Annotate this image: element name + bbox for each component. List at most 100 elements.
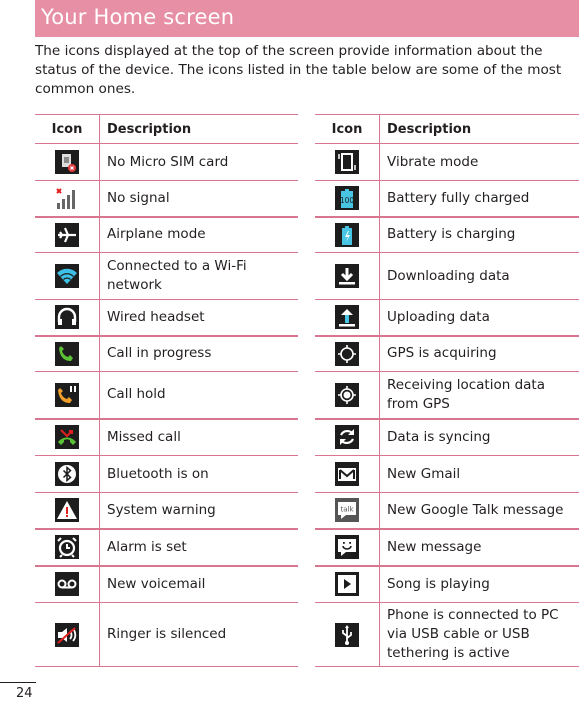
icon-cell	[315, 529, 380, 566]
google-talk-icon: talk	[335, 498, 359, 522]
description-cell: Receiving location data from GPS	[380, 372, 579, 419]
icon-cell	[35, 217, 100, 253]
icons-table-right: Icon Description Vibrate mode100Battery …	[315, 114, 579, 667]
call-hold-icon	[55, 383, 79, 407]
description-cell: Connected to a Wi-Fi network	[100, 253, 299, 300]
usb-icon	[335, 623, 359, 647]
column-header-icon: Icon	[315, 115, 380, 144]
bluetooth-icon	[55, 462, 79, 486]
headset-icon	[55, 305, 79, 329]
sync-icon	[335, 425, 359, 449]
description-cell: Ringer is silenced	[100, 603, 299, 667]
description-cell: Call in progress	[100, 336, 299, 372]
description-cell: Missed call	[100, 419, 299, 456]
icon-cell	[35, 300, 100, 336]
icon-cell	[35, 529, 100, 566]
table-row: Missed call	[35, 419, 298, 456]
table-row: New message	[315, 529, 579, 566]
svg-text:100: 100	[340, 196, 355, 205]
battery-charging-icon	[335, 223, 359, 247]
description-cell: Data is syncing	[380, 419, 579, 456]
table-row: Battery is charging	[315, 217, 579, 253]
play-icon	[335, 572, 359, 596]
icon-cell	[315, 144, 380, 181]
vibrate-icon	[335, 150, 359, 174]
download-icon	[335, 264, 359, 288]
description-cell: New message	[380, 529, 579, 566]
table-row: Bluetooth is on	[35, 456, 298, 493]
table-row: talk New Google Talk message	[315, 493, 579, 529]
description-cell: Call hold	[100, 372, 299, 419]
icon-cell	[35, 456, 100, 493]
table-row: Song is playing	[315, 566, 579, 603]
airplane-icon	[55, 223, 79, 247]
table-row: 100Battery fully charged	[315, 181, 579, 217]
table-row: New Gmail	[315, 456, 579, 493]
gps-receiving-icon	[335, 383, 359, 407]
table-header-row: Icon Description	[315, 115, 579, 144]
icon-cell	[315, 419, 380, 456]
description-cell: Airplane mode	[100, 217, 299, 253]
description-cell: No signal	[100, 181, 299, 217]
table-row: Call in progress	[35, 336, 298, 372]
warning-icon	[55, 498, 79, 522]
table-row: Vibrate mode	[315, 144, 579, 181]
table-row: Airplane mode	[35, 217, 298, 253]
icon-cell	[35, 144, 100, 181]
column-header-icon: Icon	[35, 115, 100, 144]
table-row: Wired headset	[35, 300, 298, 336]
message-icon	[335, 535, 359, 559]
no-signal-icon	[55, 186, 79, 210]
table-row: Call hold	[35, 372, 298, 419]
description-cell: Alarm is set	[100, 529, 299, 566]
upload-icon	[335, 305, 359, 329]
table-row: Phone is connected to PC via USB cable o…	[315, 603, 579, 667]
icon-cell	[35, 336, 100, 372]
table-row: No Micro SIM card	[35, 144, 298, 181]
icon-cell	[35, 603, 100, 667]
table-row: Connected to a Wi-Fi network	[35, 253, 298, 300]
table-row: Uploading data	[315, 300, 579, 336]
icon-cell	[35, 493, 100, 529]
description-cell: Battery is charging	[380, 217, 579, 253]
description-cell: New voicemail	[100, 566, 299, 603]
icon-cell	[35, 566, 100, 603]
description-cell: Uploading data	[380, 300, 579, 336]
table-row: Downloading data	[315, 253, 579, 300]
icon-cell: talk	[315, 493, 380, 529]
wifi-icon	[55, 264, 79, 288]
gmail-icon	[335, 462, 359, 486]
missed-call-icon	[55, 425, 79, 449]
gps-acquiring-icon	[335, 342, 359, 366]
icon-cell	[315, 372, 380, 419]
table-row: New voicemail	[35, 566, 298, 603]
icon-cell	[315, 336, 380, 372]
page-title: Your Home screen	[41, 5, 234, 29]
description-cell: GPS is acquiring	[380, 336, 579, 372]
table-row: Alarm is set	[35, 529, 298, 566]
icons-table-left: Icon Description No Micro SIM cardNo sig…	[35, 114, 298, 667]
svg-text:talk: talk	[340, 506, 354, 514]
description-cell: Phone is connected to PC via USB cable o…	[380, 603, 579, 667]
no-sim-card-icon	[55, 150, 79, 174]
icon-cell	[35, 419, 100, 456]
page-number-rule	[0, 682, 36, 683]
icon-cell	[35, 181, 100, 217]
description-cell: Song is playing	[380, 566, 579, 603]
call-in-progress-icon	[55, 342, 79, 366]
icon-cell	[315, 603, 380, 667]
description-cell: No Micro SIM card	[100, 144, 299, 181]
table-row: Receiving location data from GPS	[315, 372, 579, 419]
icon-cell: 100	[315, 181, 380, 217]
battery-full-icon: 100	[335, 186, 359, 210]
table-row: System warning	[35, 493, 298, 529]
description-cell: Downloading data	[380, 253, 579, 300]
section-header: Your Home screen	[35, 0, 579, 37]
description-cell: New Google Talk message	[380, 493, 579, 529]
ringer-silenced-icon	[55, 623, 79, 647]
table-row: Data is syncing	[315, 419, 579, 456]
description-cell: Bluetooth is on	[100, 456, 299, 493]
table-row: GPS is acquiring	[315, 336, 579, 372]
table-row: No signal	[35, 181, 298, 217]
column-header-description: Description	[380, 115, 579, 144]
